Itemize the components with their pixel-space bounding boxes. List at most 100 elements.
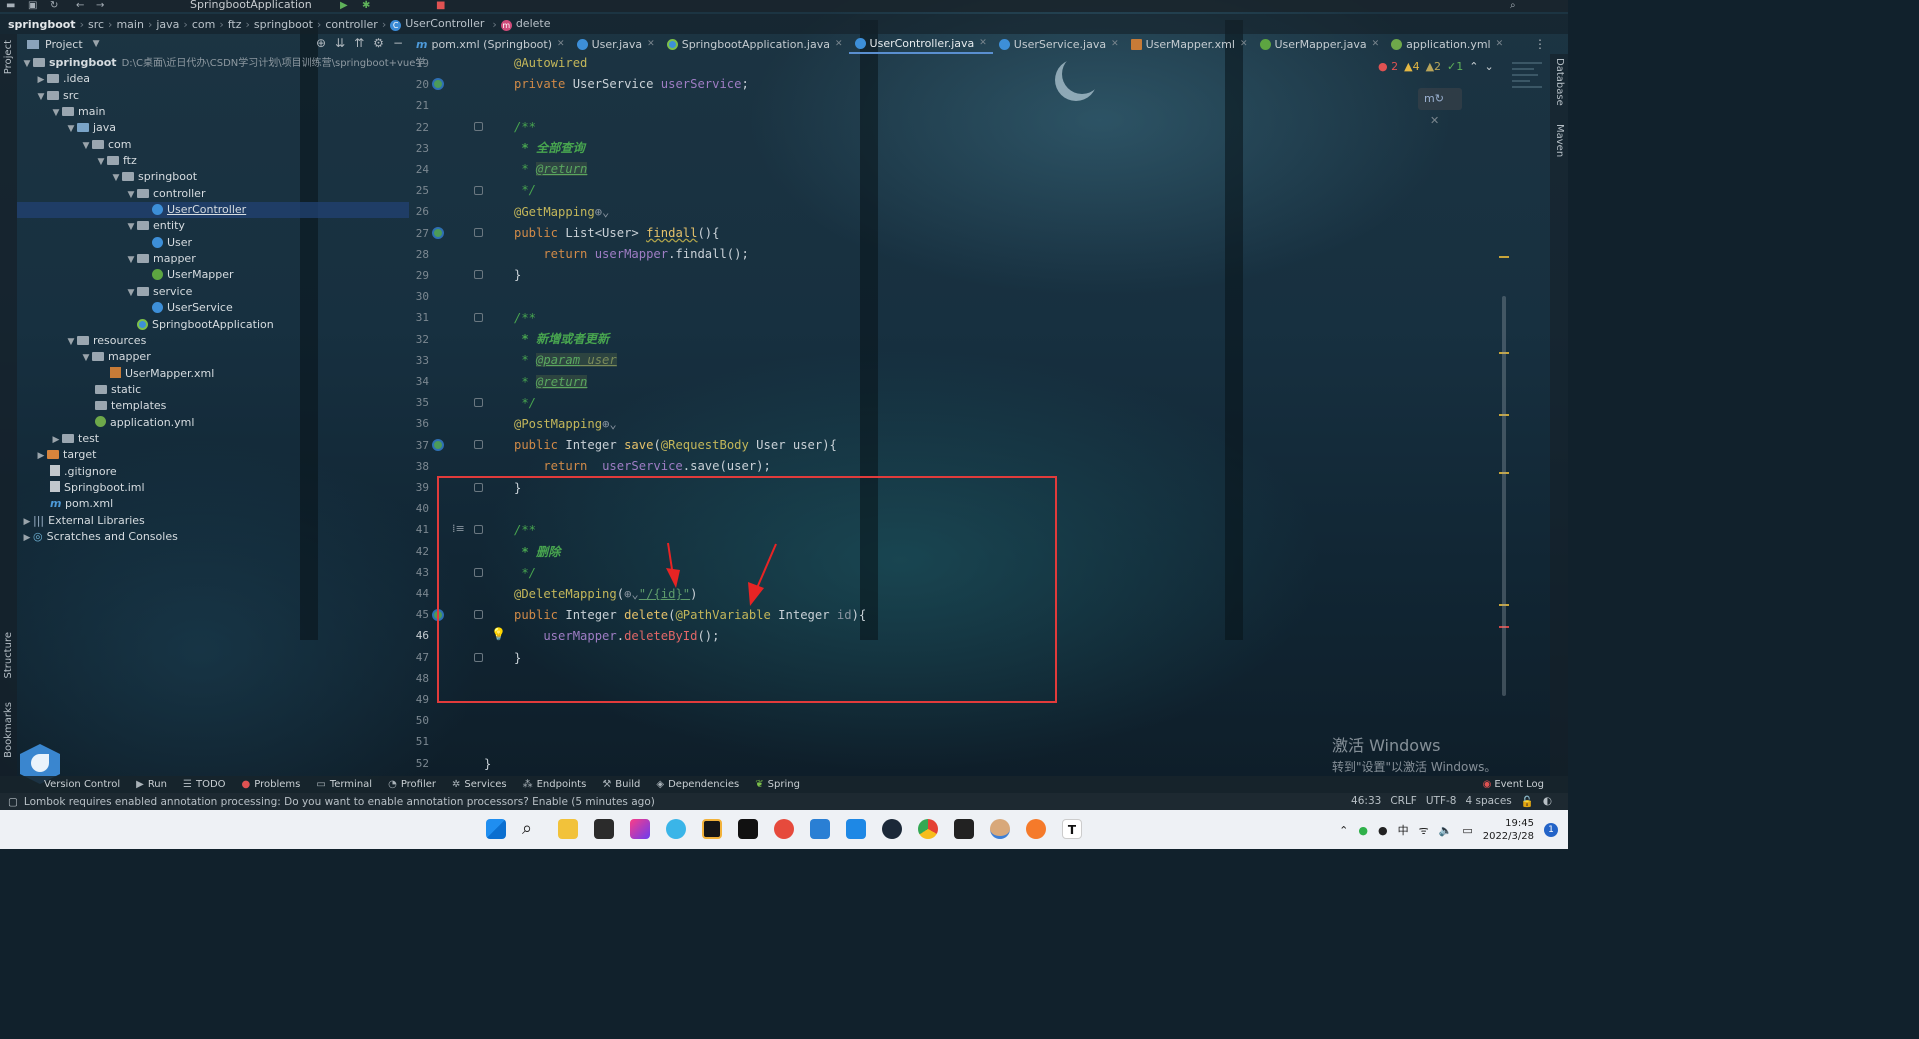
search-icon[interactable]: ⌕ — [1510, 0, 1516, 11]
hide-icon[interactable]: − — [393, 36, 403, 50]
app-icon[interactable] — [774, 819, 794, 839]
maven-reload-popup[interactable]: m↻ ✕ — [1418, 88, 1462, 127]
lock-icon[interactable]: 🔓 — [1521, 795, 1534, 808]
locate-icon[interactable]: ⊕ — [316, 36, 326, 50]
save-icon[interactable]: ▣ — [28, 0, 37, 11]
tab-springboot-application[interactable]: SpringbootApplication.java ✕ — [661, 34, 849, 54]
maven-reload-icon[interactable]: m↻ — [1424, 92, 1444, 105]
caret-position[interactable]: 46:33 — [1351, 795, 1381, 808]
chevron-down-icon[interactable]: ▼ — [110, 170, 122, 186]
breadcrumb-item-method[interactable]: m delete — [500, 17, 555, 31]
run-icon[interactable]: ▶ — [340, 0, 348, 11]
chevron-right-icon[interactable]: ▶ — [50, 432, 62, 448]
breadcrumb-item[interactable]: ftz — [228, 18, 242, 31]
chevron-down-icon[interactable]: ▼ — [80, 350, 92, 366]
browser-icon[interactable] — [666, 819, 686, 839]
back-icon[interactable]: ← — [76, 0, 84, 11]
close-icon[interactable]: ✕ — [835, 39, 843, 49]
tab-user-mapper-xml[interactable]: UserMapper.xml ✕ — [1125, 34, 1254, 54]
tree-item[interactable]: .gitignore — [17, 464, 409, 480]
tool-profiler[interactable]: ◔ Profiler — [388, 779, 436, 790]
tool-run[interactable]: ▶ Run — [136, 779, 167, 790]
tree-item[interactable]: ▼ controller — [17, 186, 409, 202]
chevron-down-icon[interactable]: ▼ — [65, 121, 77, 137]
forward-icon[interactable]: → — [96, 0, 104, 11]
gear-icon[interactable]: ⚙ — [373, 36, 384, 50]
typora-icon[interactable] — [738, 819, 758, 839]
breadcrumb-item[interactable]: springboot — [254, 18, 313, 31]
web-icon[interactable]: ⊕⌄ — [595, 205, 610, 219]
fold-marker[interactable] — [474, 122, 483, 131]
stop-icon[interactable]: ■ — [436, 0, 445, 11]
tool-dependencies[interactable]: ◈ Dependencies — [656, 779, 739, 790]
more-tabs-icon[interactable]: ⋮ — [1534, 37, 1546, 51]
tool-services[interactable]: ✲ Services — [452, 779, 507, 790]
status-message[interactable]: Lombok requires enabled annotation proce… — [24, 796, 655, 808]
fold-marker[interactable] — [474, 270, 483, 279]
tree-item[interactable]: ▼ src — [17, 88, 409, 104]
tree-item[interactable]: ▼ entity — [17, 218, 409, 234]
close-icon[interactable]: ✕ — [1496, 39, 1504, 49]
tree-item[interactable]: application.yml — [17, 415, 409, 431]
chevron-down-icon[interactable]: ▼ — [95, 154, 107, 170]
fold-marker[interactable] — [474, 440, 483, 449]
qq-icon[interactable]: ● — [1378, 824, 1388, 837]
tree-item[interactable]: ▼ service — [17, 284, 409, 300]
breadcrumb-item-class[interactable]: C UserController — [390, 17, 488, 31]
tree-item[interactable]: ▼ main — [17, 104, 409, 120]
chevron-right-icon[interactable]: ▶ — [35, 72, 47, 88]
chevron-down-icon[interactable]: ▼ — [125, 252, 137, 268]
close-icon[interactable]: ✕ — [1111, 39, 1119, 49]
status-icon[interactable]: ▢ — [8, 796, 18, 808]
battery-icon[interactable]: ▭ — [1462, 824, 1472, 837]
breadcrumb-item[interactable]: springboot — [8, 18, 76, 31]
expand-all-icon[interactable]: ⇊ — [335, 36, 345, 50]
tree-item[interactable]: UserService — [17, 300, 409, 316]
tree-item[interactable]: Springboot.iml — [17, 480, 409, 496]
clock[interactable]: 19:45 2022/3/28 — [1483, 817, 1534, 843]
chevron-up-icon[interactable]: ⌃ — [1469, 60, 1478, 73]
close-icon[interactable]: ✕ — [1240, 39, 1248, 49]
wechat-icon[interactable]: ● — [1358, 824, 1368, 837]
tree-item[interactable]: User — [17, 235, 409, 251]
fold-marker[interactable] — [474, 398, 483, 407]
structure-tool-button[interactable]: Structure — [3, 632, 14, 679]
breadcrumb-item[interactable]: main — [116, 18, 143, 31]
tool-terminal[interactable]: ▭ Terminal — [316, 779, 372, 790]
breadcrumb-item[interactable]: src — [88, 18, 104, 31]
chevron-down-icon[interactable]: ⌄ — [1484, 60, 1493, 73]
minimap[interactable] — [1510, 60, 1548, 160]
tree-item[interactable]: ▶ test — [17, 431, 409, 447]
windows-start-icon[interactable] — [486, 819, 506, 839]
file-explorer-icon[interactable] — [558, 819, 578, 839]
chevron-down-icon[interactable]: ▼ — [80, 138, 92, 154]
chrome-icon[interactable] — [918, 819, 938, 839]
wifi-icon[interactable]: ᯤ — [1419, 823, 1429, 838]
endpoint-icon[interactable] — [432, 227, 444, 239]
tree-item-selected[interactable]: UserController — [17, 202, 409, 218]
tree-item[interactable]: ▶ .idea — [17, 71, 409, 87]
weak-warning-count[interactable]: ▲2 — [1426, 60, 1441, 73]
tool-endpoints[interactable]: ⁂ Endpoints — [523, 779, 587, 790]
tree-item[interactable]: m pom.xml — [17, 496, 409, 512]
notification-badge[interactable]: 1 — [1544, 823, 1558, 837]
file-encoding[interactable]: UTF-8 — [1426, 795, 1457, 808]
indent-setting[interactable]: 4 spaces — [1465, 795, 1511, 808]
tool-spring[interactable]: ❦ Spring — [755, 779, 800, 790]
close-icon[interactable]: ✕ — [1430, 114, 1439, 127]
tree-item[interactable]: ▼ springboot D:\C桌面\近日代办\CSDN学习计划\项目训练营\sp… — [17, 55, 426, 71]
tab-user-java[interactable]: User.java ✕ — [571, 34, 661, 54]
refresh-icon[interactable]: ↻ — [50, 0, 58, 11]
steam-icon[interactable] — [882, 819, 902, 839]
tree-item[interactable]: ▼ springboot — [17, 169, 409, 185]
tree-item[interactable]: UserMapper.xml — [17, 366, 409, 382]
fold-marker[interactable] — [474, 228, 483, 237]
tree-item[interactable]: ▼ mapper — [17, 251, 409, 267]
chevron-down-icon[interactable]: ▼ — [125, 219, 137, 235]
maven-tool-button[interactable]: Maven — [1554, 124, 1565, 157]
app-icon[interactable]: T — [1062, 819, 1082, 839]
chevron-down-icon[interactable]: ▼ — [50, 105, 62, 121]
inspection-widget[interactable]: ● 2 ▲4 ▲2 ✓1 ⌃ ⌄ — [1378, 60, 1494, 73]
breadcrumb-item[interactable]: java — [156, 18, 179, 31]
tree-item[interactable]: static — [17, 382, 409, 398]
